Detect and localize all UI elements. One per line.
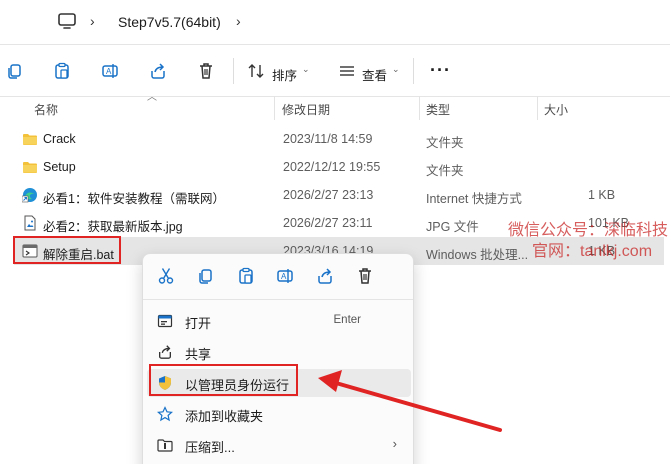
annotation-arrow-icon bbox=[318, 370, 502, 432]
